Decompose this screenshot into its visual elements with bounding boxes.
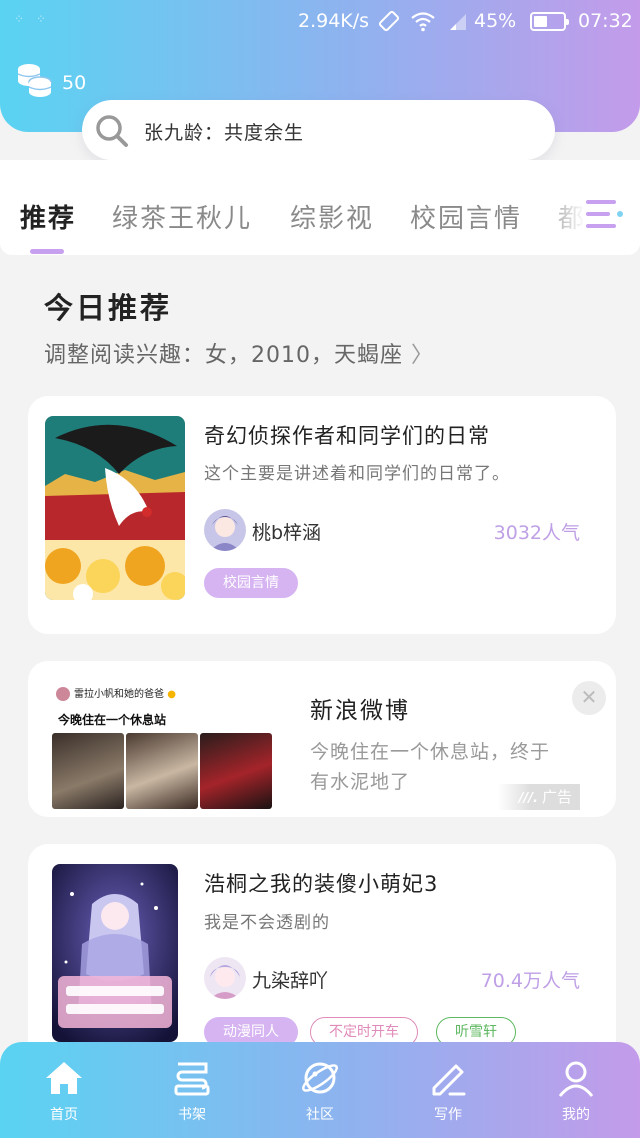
- active-tab-indicator: [30, 249, 64, 254]
- nav-community[interactable]: 社区: [256, 1042, 384, 1138]
- ad-photo: [200, 733, 272, 809]
- book-description: 我是不会透剧的: [204, 913, 330, 933]
- category-menu-icon[interactable]: [584, 197, 624, 231]
- nav-bookshelf[interactable]: 书架: [128, 1042, 256, 1138]
- clock: 07:32: [578, 10, 633, 32]
- home-icon: [46, 1062, 82, 1094]
- wifi-icon: [410, 10, 436, 37]
- author-name[interactable]: 桃b梓涵: [252, 518, 321, 545]
- planet-icon: [302, 1062, 338, 1094]
- ad-image[interactable]: 雷拉小帆和她的爸爸 ● 今晚住在一个休息站: [52, 679, 273, 809]
- tab-campus-romance[interactable]: 校园言情: [410, 198, 522, 235]
- pen-icon: [432, 1064, 466, 1096]
- ad-logo-icon: ///.: [518, 791, 538, 806]
- ad-photo: [126, 733, 198, 809]
- author-name[interactable]: 九染辞吖: [252, 966, 328, 993]
- tab-green-tea[interactable]: 绿茶王秋儿: [112, 198, 252, 235]
- book-tag[interactable]: 校园言情: [204, 568, 298, 598]
- section-title: 今日推荐: [44, 291, 173, 325]
- coins-icon[interactable]: [14, 60, 54, 100]
- nav-community-label: 社区: [306, 1107, 334, 1123]
- search-placeholder: 张九龄：共度余生: [144, 122, 305, 144]
- battery-icon: [530, 12, 569, 31]
- tab-film-tv[interactable]: 综影视: [290, 198, 374, 235]
- book-description: 这个主要是讲述着和同学们的日常了。: [204, 464, 510, 484]
- ad-photo: [52, 733, 124, 809]
- chevron-right-icon: 〉: [411, 343, 435, 368]
- book-title[interactable]: 奇幻侦探作者和同学们的日常: [204, 420, 490, 450]
- coin-count: 50: [62, 72, 87, 94]
- category-tabs: 推荐 绿茶王秋儿 综影视 校园言情 都: [0, 160, 640, 255]
- bookshelf-icon: [174, 1062, 210, 1096]
- book-cover[interactable]: [45, 416, 185, 600]
- tab-recommend[interactable]: 推荐: [20, 198, 76, 235]
- nav-home-label: 首页: [50, 1107, 78, 1123]
- ad-image-header: 雷拉小帆和她的爸爸 ●: [56, 685, 176, 701]
- author-avatar[interactable]: [204, 509, 246, 551]
- signal-icon: [448, 10, 468, 37]
- book-title[interactable]: 浩桐之我的装傻小萌妃3: [204, 868, 438, 898]
- ad-badge: ///. 广告: [498, 784, 580, 810]
- popularity-count: 3032人气: [493, 522, 580, 544]
- network-speed: 2.94K/s: [298, 10, 370, 32]
- ad-image-caption: 今晚住在一个休息站: [58, 713, 167, 727]
- nav-bookshelf-label: 书架: [178, 1107, 206, 1123]
- book-card[interactable]: 浩桐之我的装傻小萌妃3 我是不会透剧的 九染辞吖 70.4万人气 动漫同人 不定…: [28, 844, 616, 1064]
- bottom-navigation: 首页 书架 社区 写作 我的: [0, 1042, 640, 1138]
- close-icon[interactable]: ✕: [572, 681, 606, 715]
- search-bar[interactable]: 张九龄：共度余生: [82, 100, 555, 160]
- ad-card[interactable]: 雷拉小帆和她的爸爸 ● 今晚住在一个休息站 新浪微博 今晚住在一个休息站，终于有…: [28, 661, 616, 817]
- nav-profile-label: 我的: [562, 1107, 590, 1123]
- nav-home[interactable]: 首页: [0, 1042, 128, 1138]
- interest-settings-link[interactable]: 调整阅读兴趣：女，2010，天蝎座〉: [44, 337, 434, 369]
- search-icon: [96, 115, 128, 147]
- nav-write[interactable]: 写作: [384, 1042, 512, 1138]
- book-cover[interactable]: [52, 864, 178, 1042]
- nav-write-label: 写作: [434, 1107, 462, 1123]
- book-card[interactable]: 奇幻侦探作者和同学们的日常 这个主要是讲述着和同学们的日常了。 桃b梓涵 303…: [28, 396, 616, 634]
- status-bar: ⁘ ⁘ 2.94K/s 45% 07:32: [0, 0, 640, 44]
- rotate-icon: [378, 10, 400, 37]
- battery-percent: 45%: [474, 10, 517, 32]
- nav-profile[interactable]: 我的: [512, 1042, 640, 1138]
- popularity-count: 70.4万人气: [480, 970, 580, 992]
- user-icon: [558, 1061, 594, 1097]
- ad-title[interactable]: 新浪微博: [310, 691, 410, 725]
- notification-icons: ⁘ ⁘: [14, 12, 50, 26]
- interest-settings-text: 调整阅读兴趣：女，2010，天蝎座: [44, 343, 403, 368]
- author-avatar[interactable]: [204, 957, 246, 999]
